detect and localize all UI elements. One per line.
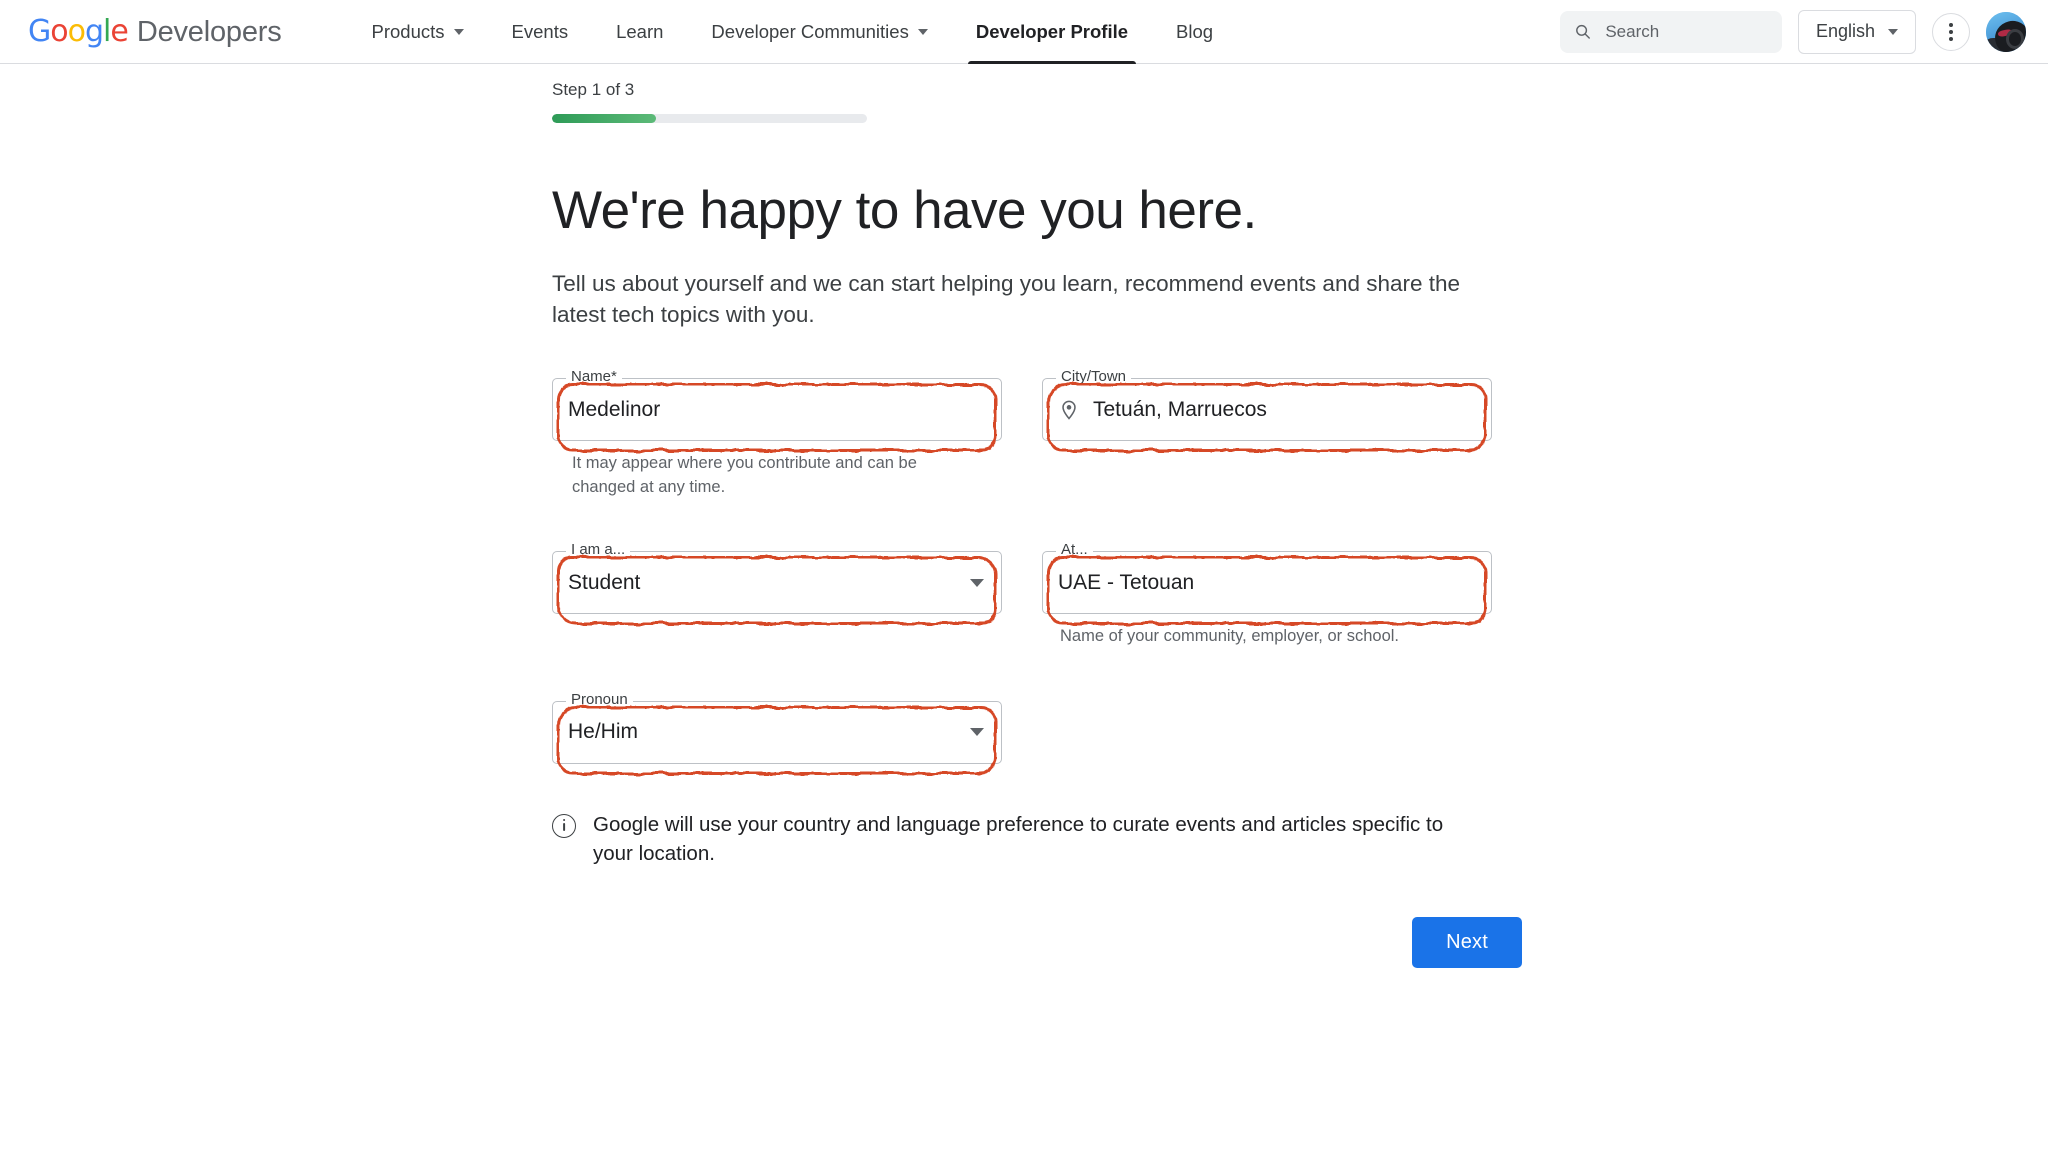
progress-bar-fill [552, 114, 656, 123]
search-input[interactable] [1603, 20, 1768, 43]
chevron-down-icon [917, 28, 928, 35]
nav-item-events[interactable]: Events [488, 0, 593, 64]
form-field-at: At... UAE - Tetouan Name of your communi… [1042, 541, 1492, 648]
step-indicator-label: Step 1 of 3 [552, 80, 635, 99]
developers-wordmark: Developers [136, 16, 282, 48]
at-input[interactable]: UAE - Tetouan [1042, 551, 1492, 614]
city-field-label: City/Town [1056, 368, 1132, 387]
avatar-shape-wheel [2006, 29, 2025, 49]
google-developers-logo[interactable]: Google Developers [28, 14, 282, 49]
nav-label-blog: Blog [1176, 20, 1214, 42]
pronoun-select[interactable]: Pronoun He/Him [552, 690, 1002, 764]
i-am-a-label: I am a... [566, 541, 631, 560]
primary-navigation: Products Events Learn Developer Communit… [348, 0, 1238, 64]
name-field[interactable]: Name* Medelinor [552, 368, 1002, 442]
pronoun-value: He/Him [568, 720, 639, 744]
at-field-label: At... [1056, 541, 1093, 560]
i-am-a-value: Student [568, 570, 641, 594]
profile-form: Name* Medelinor It may appear where you … [552, 368, 2048, 775]
form-field-name: Name* Medelinor It may appear where you … [552, 368, 1002, 499]
at-value: UAE - Tetouan [1058, 570, 1195, 594]
pronoun-label: Pronoun [566, 690, 633, 709]
onboarding-form-page: Step 1 of 3 We're happy to have you here… [0, 64, 2048, 969]
name-field-label: Name* [566, 368, 622, 387]
i-am-a-value-row[interactable]: Student [552, 551, 1002, 614]
nav-label-developer-profile: Developer Profile [975, 20, 1129, 42]
info-circle-icon [552, 813, 576, 838]
search-box[interactable] [1559, 10, 1782, 53]
chevron-down-icon [1888, 28, 1898, 35]
google-wordmark: Google [28, 14, 129, 49]
kebab-dot [1949, 22, 1953, 27]
next-button[interactable]: Next [1412, 917, 1522, 969]
name-helper-text: It may appear where you contribute and c… [572, 454, 917, 496]
nav-label-developer-communities: Developer Communities [711, 20, 909, 42]
pronoun-value-row[interactable]: He/Him [552, 701, 1002, 764]
kebab-dot [1949, 29, 1953, 34]
name-input[interactable]: Medelinor [552, 378, 1002, 441]
location-privacy-note-text: Google will use your country and languag… [593, 812, 1444, 866]
language-label: English [1815, 21, 1875, 41]
dropdown-arrow-icon[interactable] [970, 578, 984, 587]
nav-label-products: Products [371, 20, 445, 42]
nav-item-developer-profile[interactable]: Developer Profile [952, 0, 1152, 64]
kebab-dot [1949, 36, 1953, 41]
city-input[interactable]: Tetuán, Marruecos [1042, 378, 1492, 441]
chevron-down-icon [453, 28, 464, 35]
at-field[interactable]: At... UAE - Tetouan [1042, 541, 1492, 615]
nav-item-developer-communities[interactable]: Developer Communities [687, 0, 951, 64]
site-header: Google Developers Products Events Learn … [0, 0, 2048, 64]
page-description: Tell us about yourself and we can start … [552, 271, 1461, 328]
overflow-menu-button[interactable] [1932, 12, 1970, 51]
page-title: We're happy to have you here. [552, 181, 1257, 240]
form-field-pronoun: Pronoun He/Him [552, 690, 1002, 775]
nav-label-learn: Learn [616, 20, 664, 42]
user-avatar[interactable] [1986, 11, 2026, 52]
location-pin-icon [1062, 400, 1076, 420]
form-field-city: City/Town Tetuán, Marruecos [1042, 368, 1492, 499]
nav-item-blog[interactable]: Blog [1152, 0, 1237, 64]
form-actions: Next [552, 917, 1522, 969]
search-icon [1576, 24, 1590, 39]
language-selector-button[interactable]: English [1797, 9, 1916, 54]
progress-bar [552, 114, 867, 123]
at-helper-text: Name of your community, employer, or sch… [1060, 627, 1399, 646]
nav-item-learn[interactable]: Learn [592, 0, 687, 64]
form-field-i-am-a: I am a... Student [552, 541, 1002, 648]
nav-item-products[interactable]: Products [348, 0, 488, 64]
dropdown-arrow-icon[interactable] [970, 728, 984, 737]
header-actions: English [1559, 9, 2026, 54]
i-am-a-select[interactable]: I am a... Student [552, 541, 1002, 615]
city-value: Tetuán, Marruecos [1093, 397, 1267, 421]
city-field[interactable]: City/Town Tetuán, Marruecos [1042, 368, 1492, 442]
nav-label-events: Events [511, 20, 569, 42]
location-privacy-note: Google will use your country and languag… [552, 810, 1452, 869]
name-value: Medelinor [568, 397, 661, 421]
